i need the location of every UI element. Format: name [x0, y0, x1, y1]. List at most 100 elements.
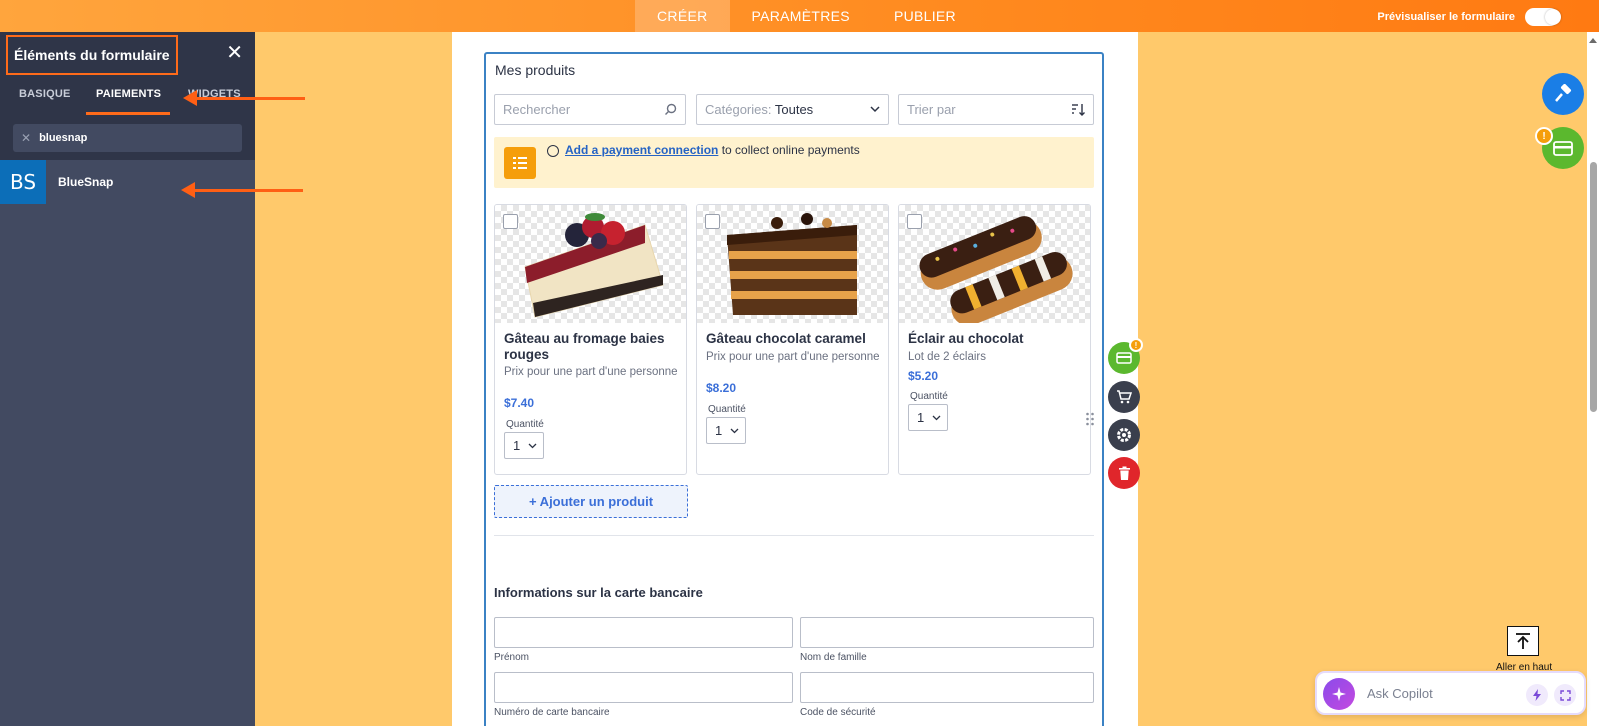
- quantity-label: Quantité: [910, 391, 948, 402]
- warning-badge: !: [1535, 127, 1553, 145]
- product-image: [495, 205, 686, 323]
- sidebar-item-label: BlueSnap: [58, 175, 114, 189]
- sidebar-item-bluesnap[interactable]: BS BlueSnap: [0, 160, 255, 204]
- quantity-value: 1: [513, 438, 521, 453]
- close-icon[interactable]: ✕: [226, 42, 243, 64]
- copilot-sparkle-icon: [1323, 678, 1355, 710]
- first-name-label: Prénom: [494, 652, 530, 663]
- sidebar-tabs: BASIQUE PAIEMENTS WIDGETS: [0, 76, 255, 116]
- chevron-down-icon: [932, 415, 941, 420]
- product-price: $8.20: [706, 381, 737, 395]
- search-icon: [665, 103, 677, 115]
- category-select[interactable]: Catégories: Toutes: [696, 94, 889, 125]
- card-info-title: Informations sur la carte bancaire: [494, 585, 703, 600]
- copilot-bar[interactable]: Ask Copilot: [1315, 671, 1586, 715]
- warning-badge: !: [1129, 338, 1143, 352]
- cart-icon: [1117, 390, 1132, 404]
- scroll-up-arrow-icon[interactable]: [1589, 38, 1597, 43]
- annotation-arrow: [181, 182, 303, 198]
- product-checkbox[interactable]: [503, 214, 518, 229]
- sort-placeholder: Trier par: [907, 102, 956, 117]
- tab-basique[interactable]: BASIQUE: [19, 88, 71, 100]
- field-settings-button[interactable]: [1108, 419, 1140, 451]
- lightning-icon[interactable]: [1526, 684, 1548, 706]
- product-card[interactable]: Éclair au chocolat Lot de 2 éclairs $5.2…: [898, 204, 1091, 475]
- active-tab-indicator: [86, 112, 170, 115]
- add-product-button[interactable]: + Ajouter un produit: [494, 485, 688, 518]
- trash-icon: [1118, 466, 1130, 480]
- preview-label: Prévisualiser le formulaire: [1377, 11, 1515, 23]
- annotation-arrow: [183, 90, 305, 106]
- sidebar-search-input[interactable]: ✕ bluesnap: [13, 124, 242, 152]
- notice-radio[interactable]: [547, 145, 559, 157]
- drag-handle-icon[interactable]: [1085, 412, 1095, 426]
- product-list-title: Mes produits: [495, 62, 576, 78]
- copilot-input[interactable]: Ask Copilot: [1367, 686, 1433, 701]
- paint-roller-icon: [1555, 84, 1572, 102]
- credit-card-icon: [1553, 140, 1573, 156]
- tab-parametres[interactable]: PARAMÈTRES: [730, 0, 872, 32]
- form-designer-button[interactable]: [1542, 73, 1584, 115]
- chevron-down-icon: [730, 428, 739, 433]
- gear-icon: [1117, 428, 1131, 442]
- sort-select[interactable]: Trier par: [898, 94, 1094, 125]
- form-elements-sidebar: Éléments du formulaire ✕ BASIQUE PAIEMEN…: [0, 32, 255, 726]
- notice-text: Add a payment connection to collect onli…: [565, 143, 860, 157]
- quantity-select[interactable]: 1: [908, 404, 948, 431]
- scroll-thumb[interactable]: [1590, 162, 1597, 412]
- tab-paiements[interactable]: PAIEMENTS: [96, 88, 161, 100]
- sort-icon: [1072, 104, 1085, 116]
- category-select-text: Catégories: Toutes: [705, 102, 813, 117]
- card-number-field[interactable]: [494, 672, 793, 703]
- chocolate-cake-image: [727, 213, 857, 315]
- preview-toggle-group: Prévisualiser le formulaire: [1377, 8, 1561, 26]
- product-description: Prix pour une part d'une personne: [504, 366, 678, 378]
- product-checkbox[interactable]: [907, 214, 922, 229]
- tab-publier[interactable]: PUBLIER: [872, 0, 978, 32]
- notice-suffix: to collect online payments: [718, 143, 860, 157]
- product-name: Éclair au chocolat: [908, 331, 1024, 346]
- security-code-label: Code de sécurité: [800, 707, 876, 718]
- preview-toggle[interactable]: [1525, 8, 1561, 26]
- product-name: Gâteau au fromage baies rouges: [504, 331, 665, 362]
- arrow-up-icon: [1516, 633, 1530, 649]
- card-number-label: Numéro de carte bancaire: [494, 707, 610, 718]
- cheesecake-image: [524, 213, 664, 318]
- security-code-field[interactable]: [800, 672, 1094, 703]
- page-scrollbar[interactable]: [1587, 32, 1599, 726]
- category-value: Toutes: [774, 102, 814, 117]
- quantity-value: 1: [917, 410, 925, 425]
- top-tabs: CRÉER PARAMÈTRES PUBLIER: [635, 0, 978, 32]
- sidebar-title: Éléments du formulaire: [6, 35, 178, 75]
- sidebar-search-wrap: ✕ bluesnap: [0, 116, 255, 160]
- category-label: Catégories:: [705, 102, 772, 117]
- quantity-label: Quantité: [506, 419, 544, 430]
- credit-card-icon: [1116, 352, 1132, 364]
- product-checkbox[interactable]: [705, 214, 720, 229]
- last-name-field[interactable]: [800, 617, 1094, 648]
- product-price: $5.20: [908, 369, 939, 383]
- add-payment-connection-link[interactable]: Add a payment connection: [565, 143, 718, 157]
- product-price: $7.40: [504, 396, 535, 410]
- product-description: Prix pour une part d'une personne: [706, 351, 880, 363]
- go-to-top-button[interactable]: [1507, 626, 1539, 656]
- tab-creer[interactable]: CRÉER: [635, 0, 730, 32]
- quantity-value: 1: [715, 423, 723, 438]
- quantity-select[interactable]: 1: [504, 432, 544, 459]
- cart-button[interactable]: [1108, 381, 1140, 413]
- sidebar-header: Éléments du formulaire ✕: [0, 32, 255, 76]
- product-name: Gâteau chocolat caramel: [706, 331, 866, 346]
- product-card[interactable]: Gâteau au fromage baies rouges Prix pour…: [494, 204, 687, 475]
- first-name-field[interactable]: [494, 617, 793, 648]
- product-search-input[interactable]: Rechercher: [494, 94, 686, 125]
- chevron-down-icon: [528, 443, 537, 448]
- expand-icon[interactable]: [1554, 684, 1576, 706]
- product-card[interactable]: Gâteau chocolat caramel Prix pour une pa…: [696, 204, 889, 475]
- quantity-select[interactable]: 1: [706, 417, 746, 444]
- last-name-label: Nom de famille: [800, 652, 867, 663]
- clear-search-icon[interactable]: ✕: [21, 131, 31, 145]
- product-image: [697, 205, 888, 323]
- search-value: bluesnap: [39, 132, 88, 144]
- delete-field-button[interactable]: [1108, 457, 1140, 489]
- product-description: Lot de 2 éclairs: [908, 351, 986, 363]
